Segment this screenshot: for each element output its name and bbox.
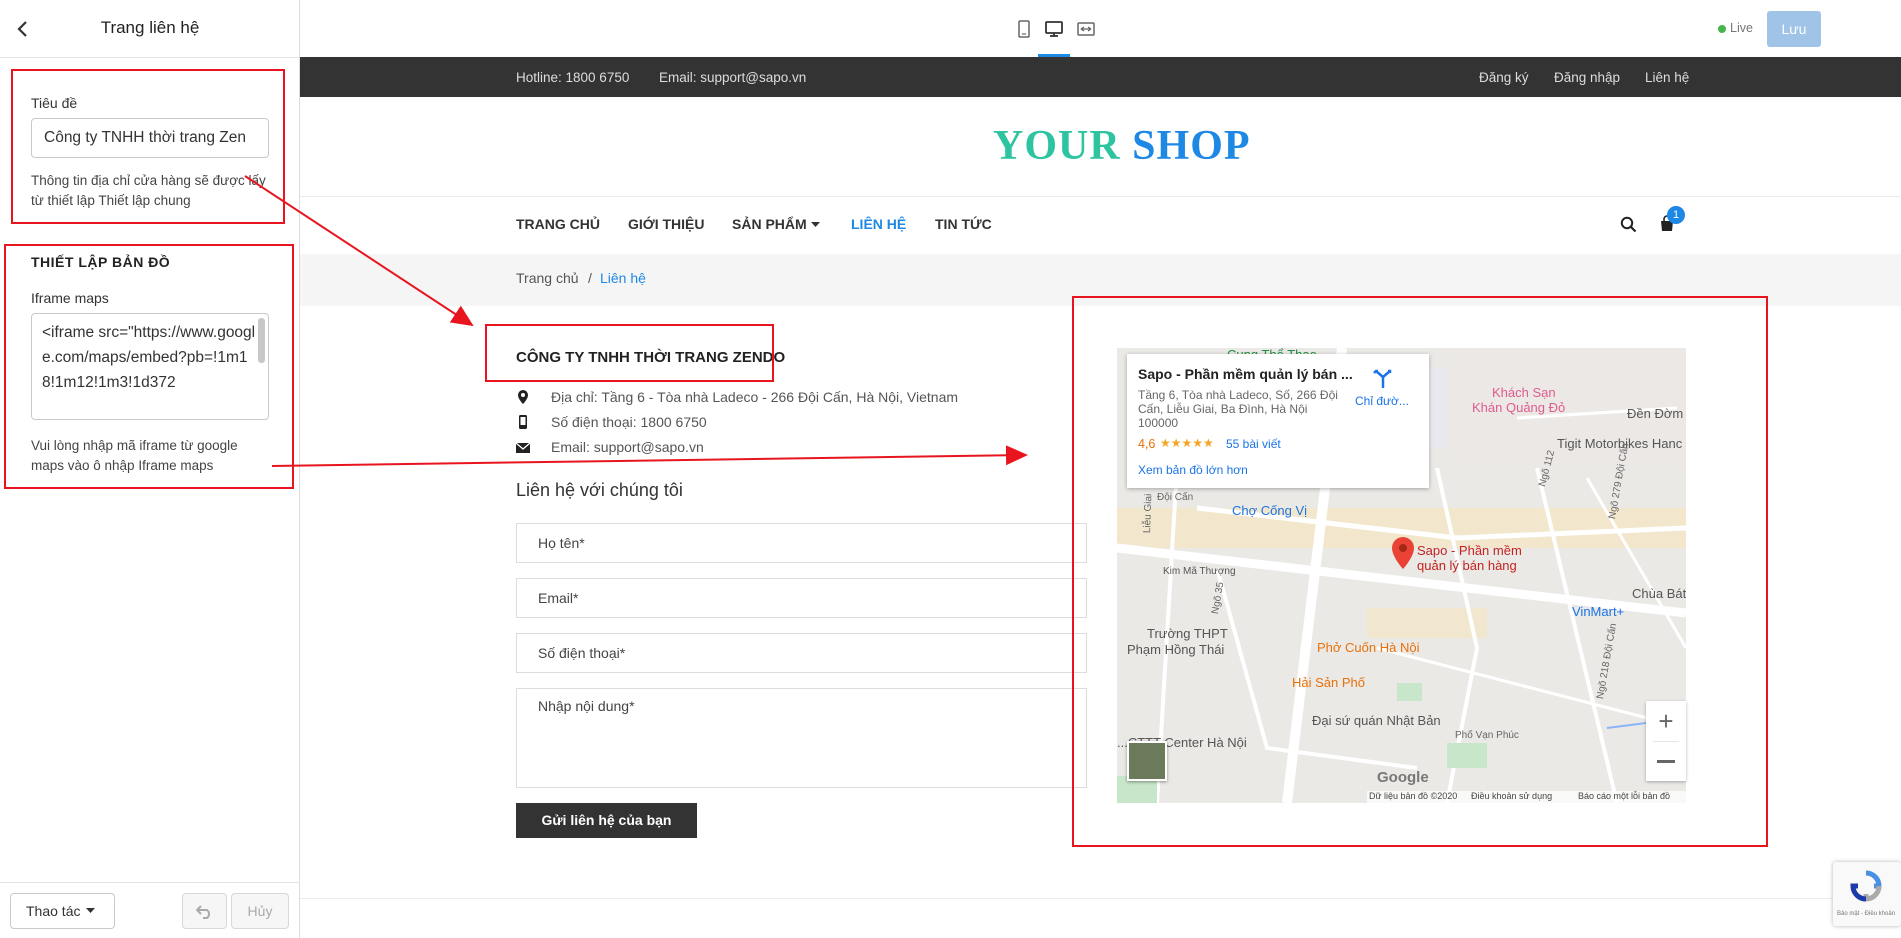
annotation-arrows bbox=[244, 175, 1028, 467]
